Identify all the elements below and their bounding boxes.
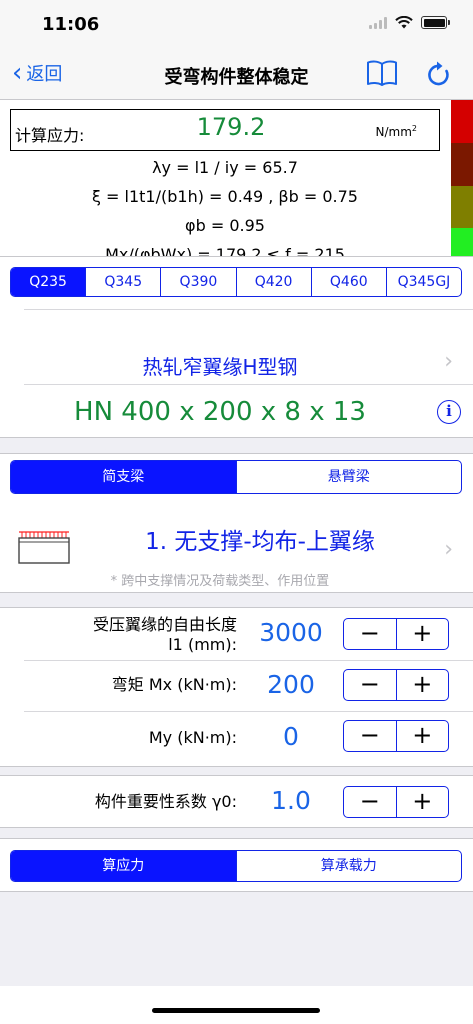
- chevron-right-icon: ›: [444, 537, 453, 562]
- divider: [24, 384, 473, 385]
- load-case-hint: * 跨中支撑情况及荷载类型、作用位置: [110, 574, 330, 589]
- stress-value: 179.2: [196, 113, 266, 141]
- length-stepper: − +: [343, 618, 449, 650]
- section-size-label: HN 400 x 200 x 8 x 13: [74, 397, 366, 427]
- gauge-red: [451, 100, 473, 143]
- grade-q345gj[interactable]: Q345GJ: [385, 268, 461, 296]
- mx-stepper: − +: [343, 669, 449, 701]
- inputs-card: 受压翼缘的自由长度 l1 (mm): 3000 − + 弯矩 Mx (kN·m)…: [0, 607, 473, 767]
- stress-label: 计算应力:: [15, 126, 85, 145]
- grade-q345[interactable]: Q345: [85, 268, 160, 296]
- beam-load-diagram-icon: [18, 531, 70, 564]
- utilization-gauge: [451, 100, 473, 271]
- calc-mode-selector: 算应力 算承载力: [10, 850, 462, 882]
- length-increment-button[interactable]: +: [395, 619, 449, 649]
- length-decrement-button[interactable]: −: [344, 619, 396, 649]
- status-bar: 11:06: [0, 0, 473, 48]
- divider: [24, 660, 473, 661]
- status-icons: [369, 16, 450, 29]
- length-value[interactable]: 3000: [244, 618, 338, 647]
- my-stepper: − +: [343, 720, 449, 752]
- slenderness-formula: λy = l1 / iy = 65.7: [152, 158, 298, 177]
- divider: [24, 711, 473, 712]
- length-label: 受压翼缘的自由长度 l1 (mm):: [92, 615, 237, 654]
- gamma-label: 构件重要性系数 γ0:: [94, 792, 237, 811]
- grade-q390[interactable]: Q390: [160, 268, 235, 296]
- mx-label: 弯矩 Mx (kN·m):: [111, 675, 237, 694]
- beam-type-selector: 简支梁 悬臂梁: [10, 460, 462, 494]
- gamma-value[interactable]: 1.0: [244, 786, 338, 815]
- battery-icon: [421, 16, 450, 29]
- wifi-icon: [395, 16, 413, 29]
- phi-formula: φb = 0.95: [185, 216, 265, 235]
- grade-q420[interactable]: Q420: [235, 268, 311, 296]
- beam-card: 简支梁 悬臂梁 1. 无支撑-均布-上翼缘 › * 跨中支撑情况及荷载类型、作用…: [0, 453, 473, 593]
- my-label: My (kN·m):: [148, 728, 237, 747]
- chevron-right-icon: ›: [444, 349, 453, 374]
- mx-decrement-button[interactable]: −: [344, 670, 396, 700]
- my-value[interactable]: 0: [244, 722, 338, 751]
- calc-stress-button[interactable]: 算应力: [11, 851, 236, 881]
- cellular-signal-icon: [369, 16, 387, 29]
- refresh-icon[interactable]: [426, 60, 452, 88]
- stress-unit: N/mm2: [375, 124, 418, 139]
- book-icon[interactable]: [366, 58, 398, 88]
- grade-q235[interactable]: Q235: [11, 268, 86, 296]
- section-card: Q235 Q345 Q390 Q420 Q460 Q345GJ 热轧窄翼缘H型钢…: [0, 256, 473, 438]
- result-panel: 计算应力: 179.2 N/mm2 λy = l1 / iy = 65.7 ξ …: [0, 100, 473, 272]
- stress-result-box: 计算应力: 179.2 N/mm2: [10, 109, 440, 151]
- calc-capacity-button[interactable]: 算承载力: [235, 851, 462, 881]
- info-icon[interactable]: i: [437, 400, 461, 424]
- load-case-label: 1. 无支撑-均布-上翼缘: [145, 529, 375, 555]
- steel-grade-selector: Q235 Q345 Q390 Q420 Q460 Q345GJ: [10, 267, 462, 297]
- my-decrement-button[interactable]: −: [344, 721, 396, 751]
- bottom-bar: [0, 986, 473, 1024]
- status-time: 11:06: [42, 14, 100, 35]
- calc-mode-card: 算应力 算承载力: [0, 838, 473, 892]
- gauge-brown: [451, 142, 473, 186]
- gamma-decrement-button[interactable]: −: [344, 787, 396, 817]
- gauge-olive: [451, 185, 473, 229]
- grade-q460[interactable]: Q460: [310, 268, 386, 296]
- mx-increment-button[interactable]: +: [395, 670, 449, 700]
- beam-simply-supported[interactable]: 简支梁: [11, 461, 236, 493]
- my-increment-button[interactable]: +: [395, 721, 449, 751]
- page-title: 受弯构件整体稳定: [164, 67, 309, 88]
- importance-factor-card: 构件重要性系数 γ0: 1.0 − +: [0, 775, 473, 828]
- home-indicator[interactable]: [152, 1008, 320, 1013]
- mx-value[interactable]: 200: [244, 670, 338, 699]
- section-type-label: 热轧窄翼缘H型钢: [142, 355, 298, 379]
- navigation-bar: ‹ 返回 受弯构件整体稳定: [0, 48, 473, 100]
- gamma-increment-button[interactable]: +: [395, 787, 449, 817]
- beam-cantilever[interactable]: 悬臂梁: [235, 461, 462, 493]
- xi-beta-formula: ξ = l1t1/(b1h) = 0.49 , βb = 0.75: [92, 187, 358, 206]
- gamma-stepper: − +: [343, 786, 449, 818]
